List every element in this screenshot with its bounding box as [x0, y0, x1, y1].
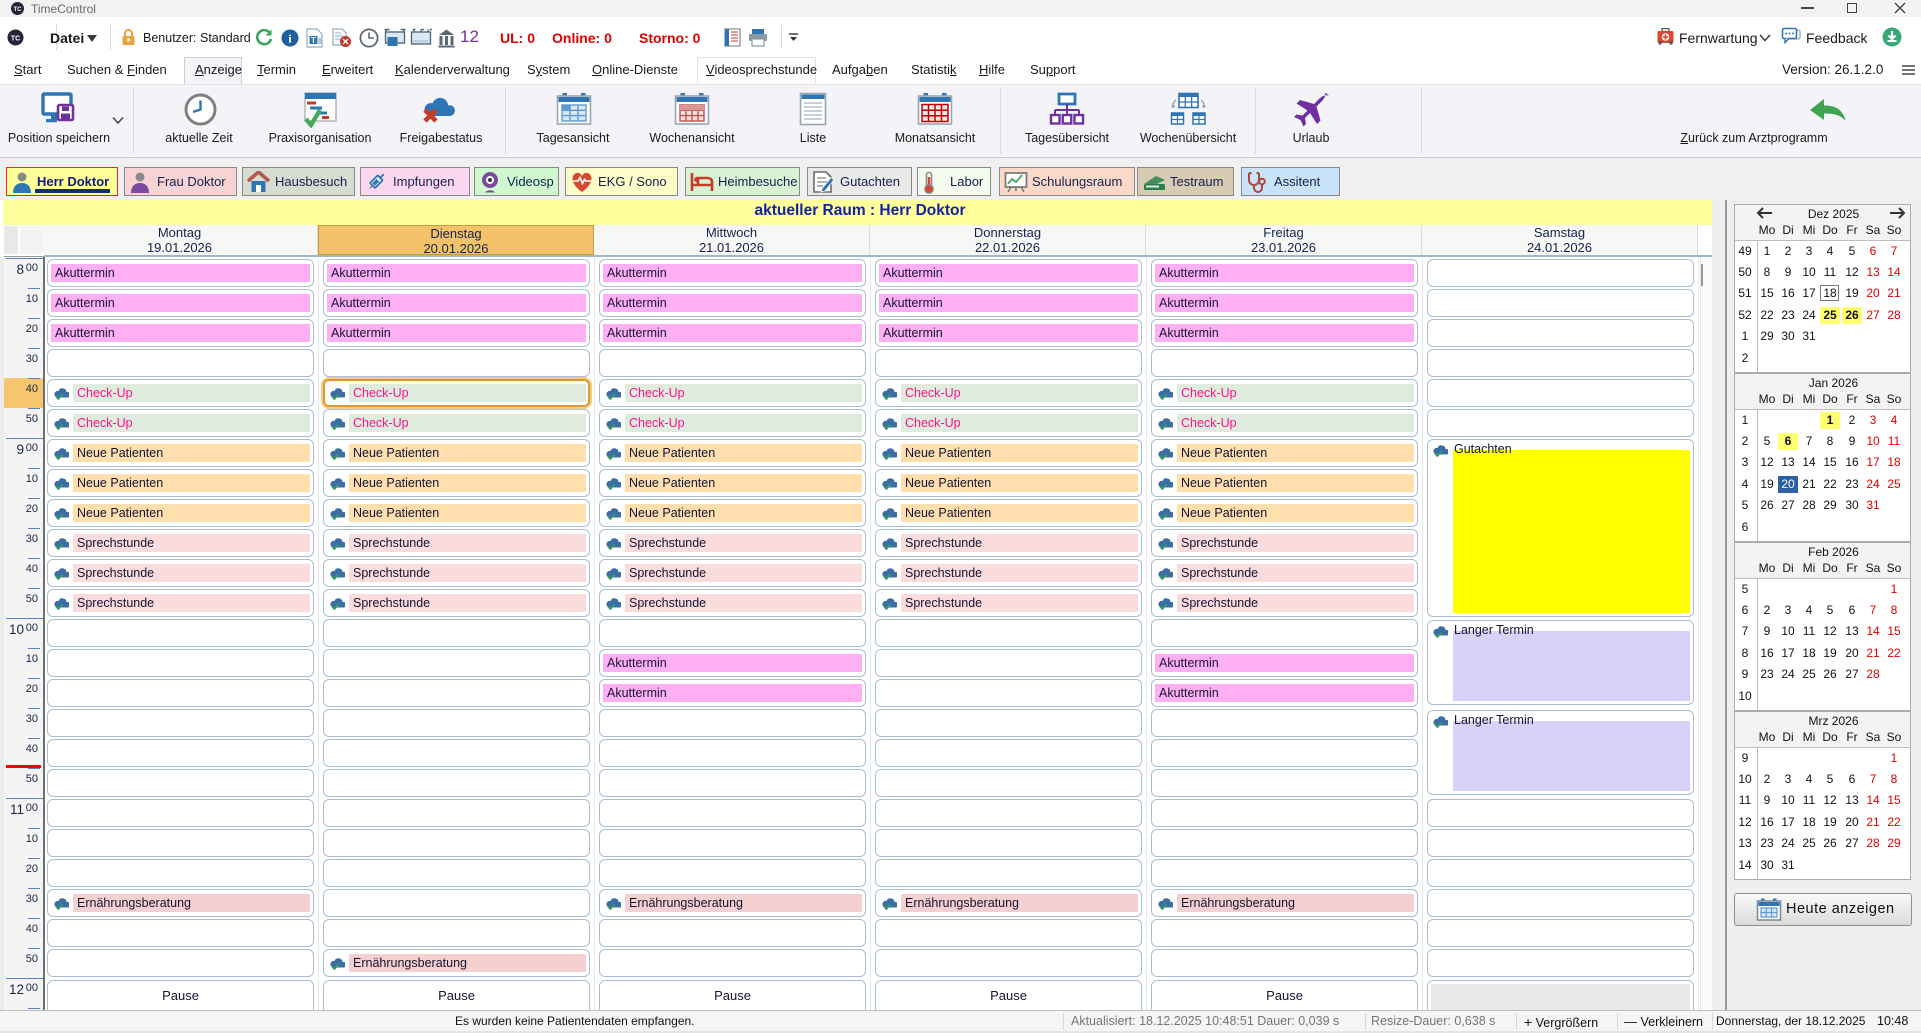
svg-text:TC: TC	[11, 36, 20, 43]
svg-text:T: T	[311, 36, 316, 45]
svg-text:TC: TC	[14, 7, 23, 13]
